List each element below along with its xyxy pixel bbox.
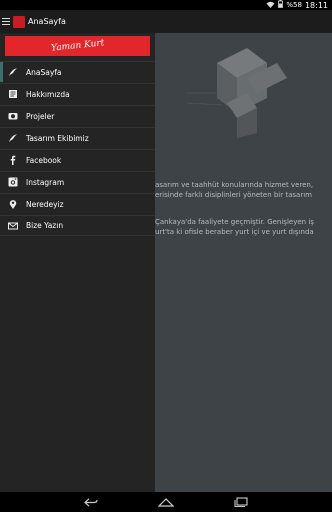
drawer-item-instagram[interactable]: Instagram [0,171,155,192]
instagram-icon [8,177,18,187]
recent-apps-icon[interactable] [234,497,248,507]
drawer-item-hakkimizda[interactable]: Hakkımızda [0,83,155,104]
drawer-item-label: Bize Yazın [26,221,64,230]
action-bar: AnaSayfa [0,10,332,33]
location-pin-icon [8,199,18,209]
drawer-item-bize-yazin[interactable]: Bize Yazın [0,215,155,236]
body-text-line: urt'ta ki ofisle beraber yurt içi ve yur… [155,228,314,236]
mail-icon [8,221,18,231]
drawer-item-neredeyiz[interactable]: Neredeyiz [0,193,155,214]
page-title: AnaSayfa [28,17,66,26]
drawer-item-label: Instagram [26,177,65,187]
home-icon[interactable] [158,497,174,507]
main-content: asarım ve taahhüt konularında hizmet ver… [155,33,332,492]
feather-icon [8,67,18,77]
battery-percent: %58 [286,1,302,9]
back-icon[interactable] [84,497,98,507]
system-navigation-bar [0,492,332,512]
drawer-item-label: Hakkımızda [26,89,70,99]
wifi-icon [266,1,275,10]
status-icons: %58 18:11 [266,0,328,10]
drawer-item-label: AnaSayfa [26,67,62,77]
brand-banner: Yaman Kurt [5,36,150,56]
brand-logo: Yaman Kurt [50,38,105,54]
drawer-item-facebook[interactable]: Facebook [0,149,155,170]
clock: 18:11 [304,0,328,10]
body-text-line: Çankaya'da faaliyete geçmiştir. Genişley… [155,218,314,226]
document-icon [8,89,18,99]
camera-icon [8,111,18,121]
facebook-icon [8,155,18,165]
hamburger-menu-icon[interactable] [2,17,10,26]
drawer-item-tasarim-ekibimiz[interactable]: Tasarım Ekibimiz [0,127,155,148]
cube-illustration [187,48,287,138]
app-logo-icon [13,15,25,28]
body-text-line: erisinde farklı disiplinleri yöneten bir… [155,191,312,199]
feather-icon [8,133,18,143]
drawer-item-anasayfa[interactable]: AnaSayfa [0,61,155,82]
drawer-item-label: Tasarım Ekibimiz [26,133,89,143]
navigation-drawer: Yaman Kurt AnaSayfa Hakkımızda Projeler … [0,33,155,492]
body-text-line: asarım ve taahhüt konularında hizmet ver… [155,181,314,189]
drawer-item-label: Facebook [26,155,62,165]
drawer-item-label: Neredeyiz [26,199,64,209]
drawer-item-label: Projeler [26,111,55,121]
battery-icon [278,0,284,10]
status-bar: %58 18:11 [0,0,332,10]
drawer-item-projeler[interactable]: Projeler [0,105,155,126]
